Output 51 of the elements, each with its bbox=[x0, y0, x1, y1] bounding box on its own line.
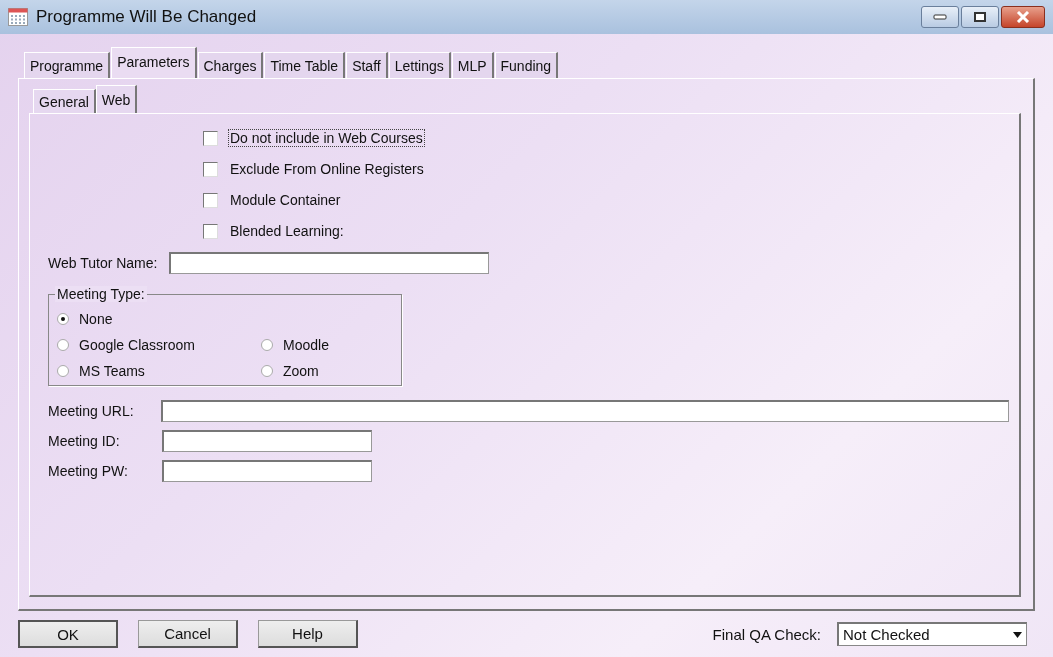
radio-label: MS Teams bbox=[79, 363, 145, 379]
tab[interactable]: Charges bbox=[197, 52, 264, 78]
radio-button[interactable] bbox=[261, 365, 273, 377]
checkbox-label: Exclude From Online Registers bbox=[229, 160, 425, 178]
input-field[interactable] bbox=[169, 252, 490, 274]
group-title: Meeting Type: bbox=[55, 286, 147, 302]
input-field[interactable] bbox=[161, 400, 1009, 422]
field-label: Web Tutor Name: bbox=[48, 255, 158, 271]
tab[interactable]: Programme bbox=[24, 52, 111, 78]
radio-button[interactable] bbox=[57, 313, 69, 325]
tab[interactable]: General bbox=[33, 89, 96, 113]
dialog-button[interactable]: Cancel bbox=[138, 620, 238, 648]
checkbox-label: Module Container bbox=[229, 191, 342, 209]
maximize-icon bbox=[974, 12, 986, 22]
dialog-button[interactable]: OK bbox=[18, 620, 118, 648]
checkbox[interactable] bbox=[203, 192, 218, 208]
tab[interactable]: Staff bbox=[346, 52, 388, 78]
maximize-button[interactable] bbox=[961, 6, 999, 28]
tab[interactable]: Parameters bbox=[111, 47, 197, 78]
tab[interactable]: Lettings bbox=[388, 52, 451, 78]
close-button[interactable] bbox=[1001, 6, 1045, 28]
radio-label: Moodle bbox=[283, 337, 329, 353]
dialog-button[interactable]: Help bbox=[258, 620, 358, 648]
input-field[interactable] bbox=[162, 460, 372, 482]
tab[interactable]: Funding bbox=[494, 52, 559, 78]
input-field[interactable] bbox=[162, 430, 372, 452]
radio-button[interactable] bbox=[261, 339, 273, 351]
window-title: Programme Will Be Changed bbox=[36, 7, 258, 27]
radio-button[interactable] bbox=[57, 339, 69, 351]
checkbox[interactable] bbox=[203, 161, 218, 177]
checkbox-label: Blended Learning: bbox=[229, 222, 345, 240]
checkbox[interactable] bbox=[203, 223, 218, 239]
field-label: Final QA Check: bbox=[712, 625, 821, 643]
radio-label: Zoom bbox=[283, 363, 319, 379]
tab[interactable]: Web bbox=[95, 85, 138, 113]
radio-label: Google Classroom bbox=[79, 337, 195, 353]
field-label: Meeting URL: bbox=[48, 403, 135, 419]
tab[interactable]: Time Table bbox=[264, 52, 346, 78]
checkbox-label: Do not include in Web Courses bbox=[228, 129, 425, 147]
calendar-icon bbox=[8, 8, 28, 26]
radio-label: None bbox=[79, 311, 113, 327]
minimize-icon bbox=[933, 14, 947, 20]
close-icon bbox=[1016, 11, 1030, 23]
caret-icon bbox=[1013, 631, 1022, 638]
field-label: Meeting PW: bbox=[48, 463, 129, 479]
dropdown[interactable]: Not Checked bbox=[837, 622, 1027, 646]
tab[interactable]: MLP bbox=[451, 52, 494, 78]
field-label: Meeting ID: bbox=[48, 433, 121, 449]
minimize-button[interactable] bbox=[921, 6, 959, 28]
radio-button[interactable] bbox=[57, 365, 69, 377]
checkbox[interactable] bbox=[203, 130, 218, 146]
